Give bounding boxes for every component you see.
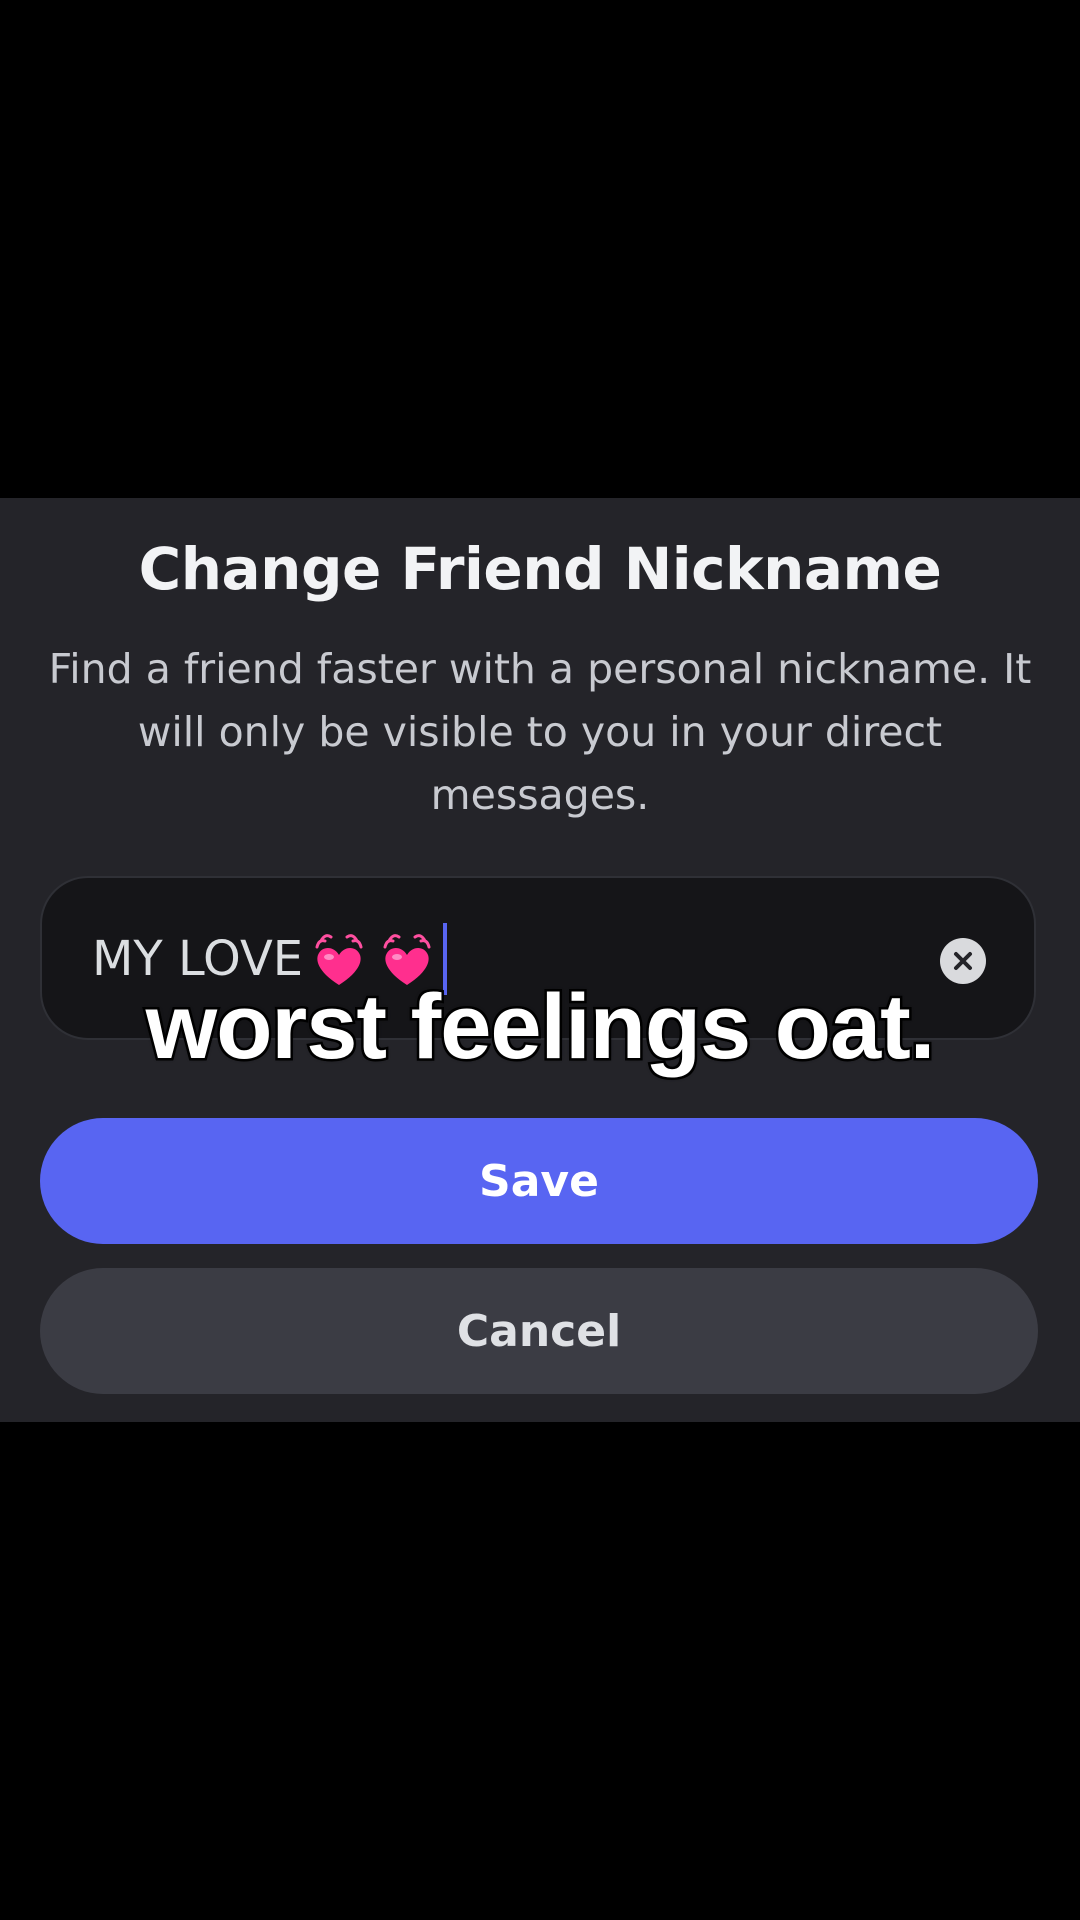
nickname-dialog: Change Friend Nickname Find a friend fas… — [0, 498, 1080, 1422]
dialog-description: Find a friend faster with a personal nic… — [48, 645, 1032, 819]
close-icon — [954, 952, 972, 970]
video-caption-overlay: worst feelings oat. — [143, 974, 938, 1081]
dialog-title: Change Friend Nickname — [138, 535, 942, 603]
save-button[interactable]: Save — [40, 1118, 1038, 1244]
cancel-button[interactable]: Cancel — [40, 1268, 1038, 1394]
